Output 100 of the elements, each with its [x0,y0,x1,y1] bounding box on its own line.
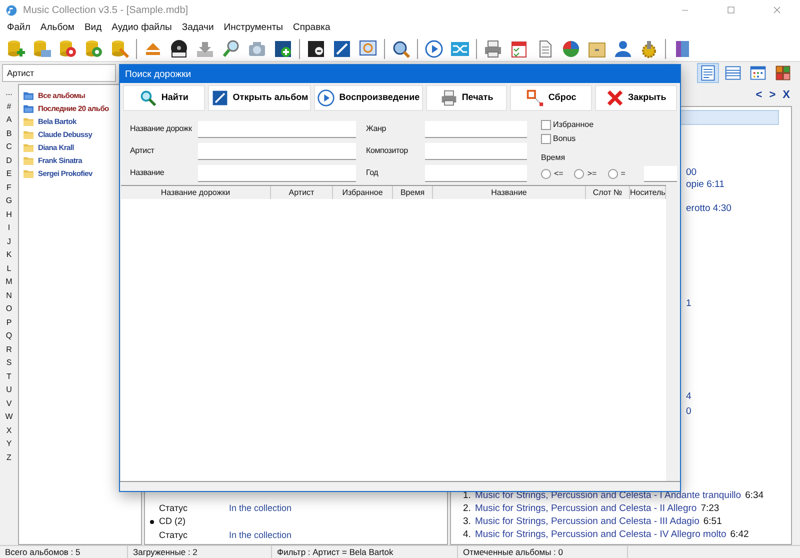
letter-link[interactable]: K [6,248,12,262]
letter-link[interactable]: O [6,302,12,316]
add-window-icon[interactable] [273,38,293,58]
reset-icon[interactable] [526,89,544,107]
pencil-window-icon[interactable] [332,38,352,58]
menu-item[interactable]: Файл [2,20,36,36]
nav-button[interactable]: < [756,86,762,104]
search-icon[interactable] [139,89,158,107]
field-label: Год [366,167,380,179]
text-field[interactable] [198,142,356,160]
track-text: 4 [686,391,692,403]
music-search-icon[interactable] [391,38,411,58]
letter-link[interactable]: M [6,275,12,288]
database-wrench-icon[interactable] [110,38,130,58]
database-lifebuoy-icon[interactable] [58,38,78,58]
minus-window-icon[interactable] [306,38,326,58]
close-icon[interactable] [772,4,782,15]
letter-link[interactable]: F [6,180,12,194]
letter-link[interactable]: I [8,221,10,234]
dialog-button[interactable]: Открыть альбом [208,85,312,111]
text-field[interactable] [425,120,527,138]
dialog-button[interactable]: Закрыть [595,85,678,111]
text-field[interactable] [198,164,356,182]
letter-link[interactable]: W [5,410,13,424]
column-header[interactable]: Название [433,186,586,199]
letter-link[interactable]: L [6,262,12,275]
letter-link[interactable]: P [6,316,12,329]
database-refresh-icon[interactable] [84,38,104,58]
dialog-button[interactable]: Найти [123,85,205,111]
letter-link[interactable]: A [6,113,12,126]
letter-link[interactable]: N [6,288,12,302]
letter-link[interactable]: B [6,126,12,140]
column-header[interactable]: Избранное [333,186,393,199]
text-field[interactable] [425,142,527,160]
column-header[interactable]: Название дорожки [121,186,271,199]
play-icon[interactable] [317,89,336,107]
letter-link[interactable]: C [6,140,12,154]
database-add-icon[interactable] [6,38,26,58]
letter-link[interactable]: X [6,424,12,437]
printer-icon[interactable] [483,38,503,58]
track-text: opie 6:11 [686,179,726,191]
pencil-icon[interactable] [210,89,229,107]
letter-link[interactable]: G [6,194,12,208]
nav-button[interactable]: > [769,86,776,104]
track-link[interactable]: Music for Strings, Percussion and Celesta - III Adagio [474,515,700,528]
time-field[interactable] [644,166,678,182]
letter-link[interactable]: # [6,100,12,113]
text-field[interactable] [198,120,356,138]
track-link[interactable]: Music for Strings, Percussion and Celesta - IV Allegro molto [474,528,726,541]
track-duration: 6:42 [730,528,749,541]
checkbox[interactable] [541,120,551,130]
letter-link[interactable]: ... [6,86,12,100]
menu-item[interactable]: Задачи [176,20,219,36]
column-header[interactable]: Время [393,186,433,199]
column-header[interactable]: Слот № [586,186,630,199]
letter-link[interactable]: U [6,383,12,396]
disc-icon[interactable] [169,38,189,58]
letter-link[interactable]: Z [6,450,12,464]
column-header[interactable]: Артист [271,186,333,199]
printer-icon[interactable] [440,89,458,107]
user-icon[interactable] [613,38,633,58]
search-window-icon[interactable] [358,38,378,58]
letter-link[interactable]: D [6,154,12,167]
track-text: 1 [686,298,692,310]
radio-label: <= [554,168,564,180]
column-header[interactable]: Носитель [630,186,666,199]
gear-icon[interactable] [639,38,659,58]
letter-link[interactable]: R [6,342,12,356]
dialog-button[interactable]: Сброс [510,85,592,111]
dialog-button[interactable]: Воспроизведение [314,85,423,111]
track-link[interactable]: Music for Strings, Percussion and Celesta - II Allegro [474,502,697,515]
close-icon[interactable] [606,89,624,107]
menu-item[interactable]: Аудио файлы [106,20,177,36]
field-label: Композитор [366,145,409,157]
checkbox[interactable] [541,134,551,144]
radio-button[interactable] [608,169,618,179]
radio-button[interactable] [541,169,551,179]
radio-button[interactable] [574,169,584,179]
menu-item[interactable]: Инструменты [218,20,288,36]
letter-link[interactable]: S [6,356,12,370]
letter-link[interactable]: E [6,167,12,180]
menu-item[interactable]: Альбом [35,20,80,36]
dialog-button[interactable]: Печать [426,85,508,111]
calendar-icon[interactable] [509,38,529,58]
letter-link[interactable]: V [6,396,12,410]
letter-link[interactable]: Y [6,437,12,450]
track-number: 4. [463,528,471,541]
database-folder-icon[interactable] [32,38,52,58]
pie-chart-icon[interactable] [561,38,581,58]
text-field[interactable] [425,164,527,182]
nav-button[interactable]: X [782,86,790,104]
play-icon[interactable] [424,38,444,58]
search-icon[interactable] [221,38,241,58]
letter-link[interactable]: T [6,370,12,383]
menu-item[interactable]: Справка [288,20,336,36]
letter-link[interactable]: J [7,234,11,248]
filter-combo[interactable]: Артист [2,64,116,82]
menu-item[interactable]: Вид [79,20,107,36]
letter-link[interactable]: Q [6,329,12,342]
letter-link[interactable]: H [6,208,12,221]
